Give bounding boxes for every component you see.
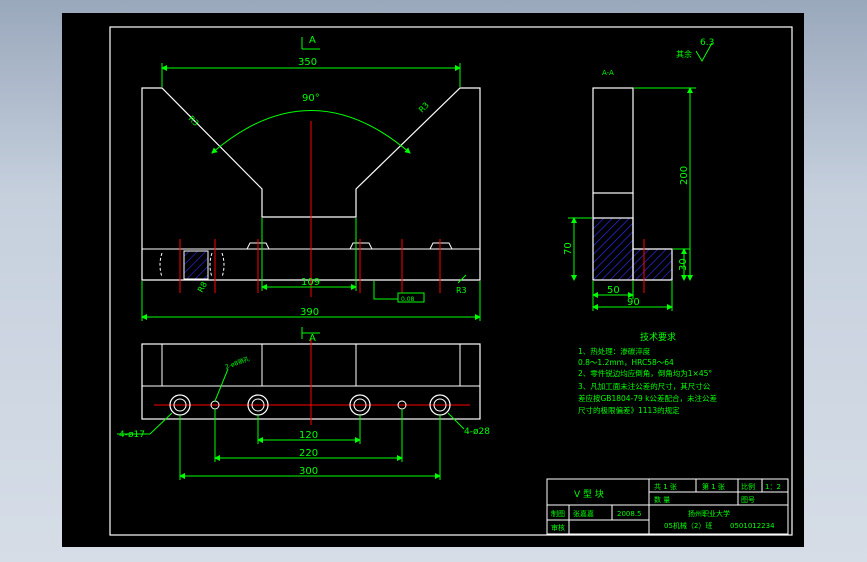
top-view: 2-ø8销孔 A 4-ø17 4-ø28 120 220 300 (117, 327, 490, 480)
hole-note: 2-ø8销孔 (224, 355, 251, 371)
tech-title: 技术要求 (640, 331, 676, 343)
radius-label-right: R3 (417, 101, 431, 115)
pin-hole-section (183, 250, 209, 280)
tb-review-label: 审核 (551, 523, 565, 532)
viewport: A 350 90° R3 R3 R8 R3 109 0.08 390 A-A 2… (0, 0, 867, 562)
radius-label-bottom: R3 (456, 286, 467, 295)
flatness-leader (373, 281, 398, 300)
dim-label-220: 220 (299, 448, 318, 459)
counterbore-2 (349, 242, 373, 250)
tech-line-3: 2、零件锐边均应倒角，倒角均为1×45° (578, 368, 712, 378)
tb-scale-value: 1：2 (765, 483, 781, 491)
dim-label-holes-left: 4-ø17 (119, 430, 145, 440)
roughness-symbol: 其余 6.3 (676, 38, 714, 62)
radius-label-hole: R8 (196, 280, 209, 294)
tech-line-5: 差应按GB1804-79 k公差配合，未注公差 (578, 393, 718, 403)
dim-label-70: 70 (563, 242, 574, 255)
radius-label-left: R3 (187, 114, 201, 128)
tech-line-6: 尺寸的极限偏差》1113的规定 (578, 405, 680, 415)
section-marker-label-top: A (309, 35, 316, 46)
dim-label-holes-right: 4-ø28 (464, 427, 490, 437)
dim-label-120: 120 (299, 430, 318, 441)
tb-student-no: 0501012234 (730, 522, 775, 530)
tb-sheet-no: 第 1 张 (702, 482, 725, 491)
roughness-label: 其余 (676, 49, 692, 59)
dim-leader-holes-right (447, 412, 465, 430)
dim-label-30: 30 (678, 258, 689, 271)
section-upper-body (592, 87, 634, 194)
section-hatched-step (632, 218, 673, 281)
tb-class: 05机械（2）班 (664, 521, 712, 530)
dim-label-90-width: 90 (627, 297, 640, 308)
tech-line-1: 1、热处理：渗碳淬度 (578, 346, 651, 356)
dim-label-350: 350 (298, 57, 317, 68)
dim-label-109: 109 (301, 277, 320, 288)
tech-line-4: 3、凡加工面未注公差的尺寸，其尺寸公 (578, 381, 711, 391)
tb-part-name: V 型 块 (574, 488, 604, 500)
hole-note-leader (214, 368, 229, 402)
section-title: A-A (602, 69, 614, 77)
section-hatched-body (592, 217, 634, 281)
tb-school: 扬州职业大学 (688, 509, 730, 518)
tb-sheets-total: 共 1 张 (654, 482, 677, 491)
flatness-label: 0.08 (401, 296, 415, 303)
roughness-value: 6.3 (700, 38, 714, 48)
radius-leader-right (457, 274, 467, 284)
tb-drawing-no-label: 图号 (741, 496, 755, 504)
tb-scale-label: 比例 (741, 482, 755, 491)
tb-drawn-by: 张嘉嘉 (573, 509, 594, 518)
tech-requirements: 技术要求 1、热处理：渗碳淬度 0.8～1.2mm，HRC58～64 2、零件锐… (578, 331, 718, 415)
dim-label-50: 50 (607, 285, 620, 296)
tech-line-2: 0.8～1.2mm，HRC58～64 (578, 358, 674, 367)
front-view: A 350 90° R3 R3 R8 R3 109 0.08 390 (141, 35, 481, 321)
dim-leader-holes-left (149, 412, 173, 435)
tb-drawn-label: 制图 (551, 509, 565, 518)
drawing-sheet: A 350 90° R3 R3 R8 R3 109 0.08 390 A-A 2… (62, 13, 804, 547)
tb-date: 2008.5 (617, 510, 642, 518)
dim-label-90: 90° (302, 93, 320, 104)
dim-label-390: 390 (300, 307, 319, 318)
counterbore-3 (429, 242, 453, 250)
title-block: V 型 块 共 1 张 第 1 张 比例 1：2 数 量 图号 制图 张嘉嘉 2… (546, 478, 789, 535)
dim-label-200: 200 (679, 166, 690, 185)
drawing-canvas: A 350 90° R3 R3 R8 R3 109 0.08 390 A-A 2… (109, 26, 793, 536)
section-view: A-A 200 70 30 50 90 (563, 69, 696, 311)
tb-quantity-label: 数 量 (654, 495, 670, 504)
section-marker-label-bottom: A (309, 333, 316, 344)
dim-label-300: 300 (299, 466, 318, 477)
